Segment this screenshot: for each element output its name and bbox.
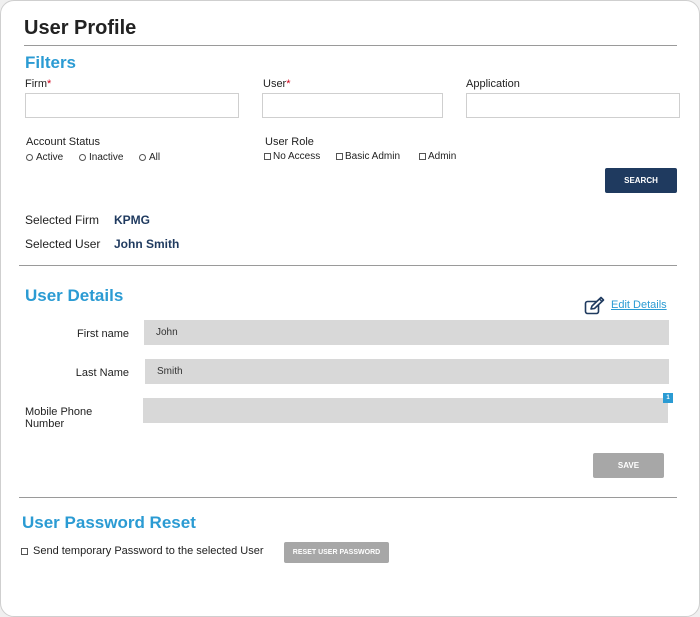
first-name-field[interactable]: John bbox=[144, 320, 669, 345]
send-temp-password-label: Send temporary Password to the selected … bbox=[33, 545, 264, 557]
radio-icon[interactable] bbox=[139, 154, 146, 161]
user-profile-card: User Profile Filters Firm* User* Applica… bbox=[0, 0, 700, 617]
filters-heading: Filters bbox=[25, 53, 77, 72]
save-button[interactable]: SAVE bbox=[593, 453, 664, 478]
role-option-admin[interactable]: Admin bbox=[419, 151, 456, 162]
role-option-label: Admin bbox=[428, 151, 457, 162]
notification-badge: 1 bbox=[663, 393, 673, 403]
checkbox-icon[interactable] bbox=[21, 547, 28, 555]
last-name-field[interactable]: Smith bbox=[145, 359, 669, 384]
account-status-label: Account Status bbox=[26, 136, 100, 148]
status-option-inactive[interactable]: Inactive bbox=[79, 152, 123, 163]
selected-firm-label: Selected Firm bbox=[25, 213, 100, 227]
checkbox-icon[interactable] bbox=[419, 153, 426, 160]
send-temp-password-option[interactable]: Send temporary Password to the selected … bbox=[21, 545, 264, 557]
user-label-text: User bbox=[263, 78, 287, 90]
mobile-phone-label: Mobile Phone Number bbox=[25, 406, 93, 430]
selected-user-label: Selected User bbox=[25, 237, 101, 251]
password-reset-heading: User Password Reset bbox=[22, 513, 196, 532]
radio-icon[interactable] bbox=[26, 154, 33, 161]
status-option-all[interactable]: All bbox=[139, 152, 160, 163]
user-role-label: User Role bbox=[265, 136, 314, 148]
role-option-basic-admin[interactable]: Basic Admin bbox=[336, 151, 400, 162]
role-option-no-access[interactable]: No Access bbox=[264, 151, 320, 162]
status-option-label: Inactive bbox=[89, 152, 124, 163]
selection-divider bbox=[19, 265, 677, 266]
status-option-label: All bbox=[149, 152, 161, 163]
firm-label: Firm* bbox=[25, 78, 51, 90]
user-details-heading: User Details bbox=[25, 286, 124, 305]
checkbox-icon[interactable] bbox=[264, 153, 271, 160]
search-button[interactable]: SEARCH bbox=[605, 168, 677, 193]
details-divider bbox=[19, 497, 677, 498]
checkbox-icon[interactable] bbox=[336, 153, 343, 160]
edit-icon[interactable] bbox=[584, 296, 606, 316]
firm-input[interactable] bbox=[25, 93, 239, 118]
selected-user-value: John Smith bbox=[114, 237, 180, 251]
role-option-label: No Access bbox=[273, 151, 321, 162]
firm-required-mark: * bbox=[47, 78, 52, 90]
reset-password-button[interactable]: RESET USER PASSWORD bbox=[284, 542, 389, 563]
role-option-label: Basic Admin bbox=[345, 151, 401, 162]
last-name-label: Last Name bbox=[75, 367, 129, 379]
application-label: Application bbox=[466, 78, 520, 90]
user-input[interactable] bbox=[262, 93, 443, 118]
user-required-mark: * bbox=[286, 78, 291, 90]
title-divider bbox=[24, 45, 677, 46]
mobile-phone-field[interactable] bbox=[143, 398, 668, 423]
application-input[interactable] bbox=[466, 93, 680, 118]
firm-label-text: Firm bbox=[25, 78, 47, 90]
page-title: User Profile bbox=[24, 17, 137, 39]
status-option-active[interactable]: Active bbox=[26, 152, 63, 163]
status-option-label: Active bbox=[36, 152, 64, 163]
selected-firm-value: KPMG bbox=[114, 213, 150, 227]
edit-details-link[interactable]: Edit Details bbox=[611, 299, 667, 311]
user-label: User* bbox=[263, 78, 291, 90]
first-name-label: First name bbox=[77, 328, 129, 340]
radio-icon[interactable] bbox=[79, 154, 86, 161]
